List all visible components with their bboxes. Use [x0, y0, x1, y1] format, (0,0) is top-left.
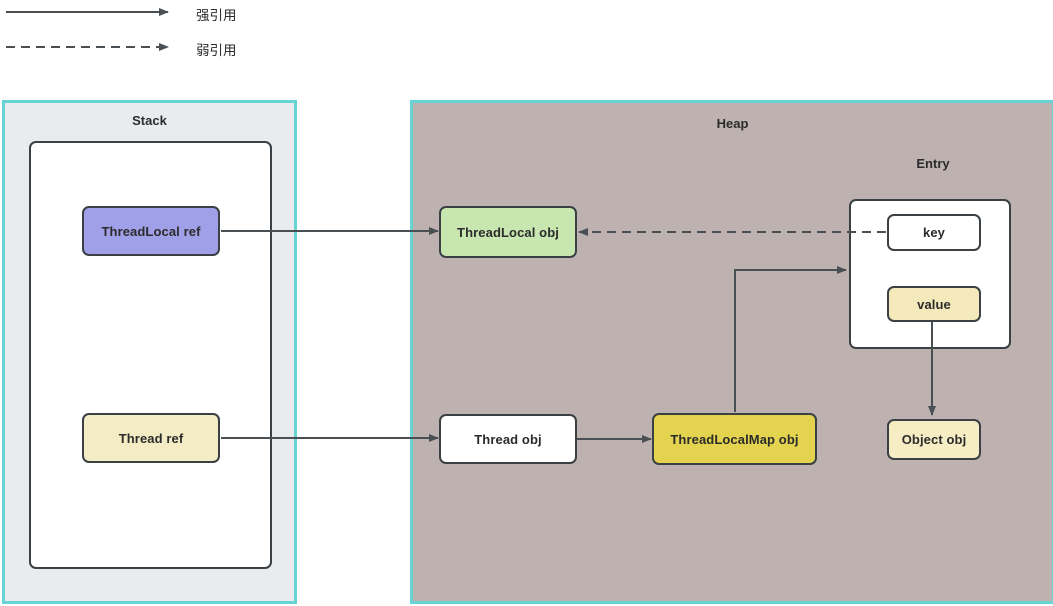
- heap-title: Heap: [716, 116, 749, 131]
- node-threadlocalmap-obj[interactable]: ThreadLocalMap obj: [652, 413, 817, 465]
- node-key-label: key: [923, 225, 945, 240]
- node-object-obj-label: Object obj: [901, 432, 967, 447]
- node-value-label: value: [917, 296, 951, 312]
- node-thread-ref[interactable]: Thread ref: [82, 413, 220, 463]
- entry-title: Entry: [916, 156, 950, 171]
- node-value[interactable]: value: [887, 286, 981, 322]
- legend-label-strong-reference: 强引用: [196, 8, 237, 23]
- legend-label-weak-reference: 弱引用: [196, 43, 237, 58]
- node-object-obj[interactable]: Object obj: [887, 419, 981, 460]
- node-threadlocal-ref-label: ThreadLocal ref: [101, 223, 201, 239]
- node-threadlocalmap-obj-label: ThreadLocalMap obj: [670, 431, 799, 447]
- stack-title: Stack: [132, 113, 167, 128]
- heap-container: [410, 100, 1053, 604]
- node-thread-obj[interactable]: Thread obj: [439, 414, 577, 464]
- node-key[interactable]: key: [887, 214, 981, 251]
- node-threadlocal-obj[interactable]: ThreadLocal obj: [439, 206, 577, 258]
- node-thread-ref-label: Thread ref: [118, 430, 184, 446]
- node-thread-obj-label: Thread obj: [474, 431, 542, 447]
- node-threadlocal-ref[interactable]: ThreadLocal ref: [82, 206, 220, 256]
- diagram-canvas: Stack Heap Entry 强引用 弱引用 ThreadLocal ref…: [0, 0, 1053, 606]
- node-threadlocal-obj-label: ThreadLocal obj: [457, 224, 559, 240]
